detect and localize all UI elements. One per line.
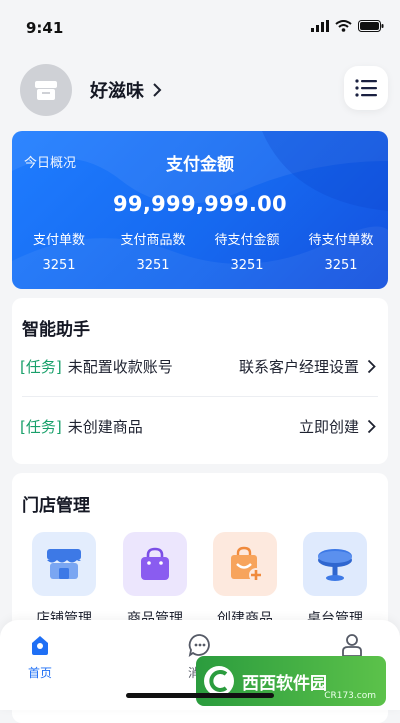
chevron-right-icon xyxy=(367,359,376,374)
task-row-create-product[interactable]: [任务] 未创建商品 立即创建 xyxy=(20,416,376,437)
stat-title: 支付单数 xyxy=(32,233,85,248)
status-bar: 9:41 xyxy=(0,0,400,52)
wifi-icon xyxy=(335,20,352,32)
tab-label: 首页 xyxy=(27,666,52,680)
stat-title: 支付商品数 xyxy=(120,233,186,248)
list-menu-icon xyxy=(355,79,377,97)
home-icon xyxy=(32,636,48,655)
task-text: 未创建商品 xyxy=(67,418,143,436)
create-now-link[interactable]: 立即创建 xyxy=(299,416,376,437)
assistant-card: 智能助手 [任务] 未配置收款账号 联系客户经理设置 [任务] 未创建商品 立即… xyxy=(12,298,388,464)
store-title: 门店管理 xyxy=(22,496,90,516)
menu-button[interactable] xyxy=(344,66,388,110)
chevron-right-icon xyxy=(367,419,376,434)
divider xyxy=(22,396,378,397)
stat-value: 3251 xyxy=(230,258,264,273)
task-action-label: 立即创建 xyxy=(298,418,359,436)
shop-profile[interactable]: 好滋味 xyxy=(20,62,162,118)
tab-home[interactable]: 首页 xyxy=(0,632,80,681)
task-action-label: 联系客户经理设置 xyxy=(238,358,359,376)
stat-paid-orders: 支付单数 3251 xyxy=(12,229,106,273)
bag-icon xyxy=(141,547,169,580)
stat-value: 3251 xyxy=(136,258,170,273)
watermark-sub: CR173.com xyxy=(324,691,376,701)
message-icon xyxy=(188,634,210,657)
add-product-icon xyxy=(231,546,263,582)
product-manage-button[interactable] xyxy=(123,532,187,596)
assistant-title: 智能助手 xyxy=(22,320,90,340)
payment-amount: 99,999,999.00 xyxy=(113,192,287,216)
task-tag: [任务] xyxy=(20,418,62,436)
user-icon xyxy=(342,634,362,657)
create-product-button[interactable] xyxy=(213,532,277,596)
avatar xyxy=(20,64,72,116)
task-row-payment-account[interactable]: [任务] 未配置收款账号 联系客户经理设置 xyxy=(20,356,376,377)
stat-title: 待支付金额 xyxy=(214,233,280,248)
stat-value: 3251 xyxy=(42,258,76,273)
stat-pending-amount: 待支付金额 3251 xyxy=(200,229,294,273)
overview-card: 今日概况 支付金额 99,999,999.00 支付单数 3251 支付商品数 … xyxy=(12,131,388,289)
shop-name[interactable]: 好滋味 xyxy=(90,77,144,103)
status-icons xyxy=(311,20,384,32)
store-manage-button[interactable] xyxy=(32,532,96,596)
task-tag: [任务] xyxy=(20,358,62,376)
chevron-right-icon[interactable] xyxy=(152,82,162,98)
signal-icon xyxy=(311,20,329,32)
home-indicator xyxy=(126,693,274,698)
store-avatar-icon xyxy=(35,81,57,100)
task-text: 未配置收款账号 xyxy=(67,358,173,376)
table-icon xyxy=(318,549,352,581)
overview-title: 支付金额 xyxy=(166,155,234,175)
contact-manager-link[interactable]: 联系客户经理设置 xyxy=(239,356,376,377)
stat-pending-orders: 待支付单数 3251 xyxy=(294,229,388,273)
battery-icon xyxy=(358,20,384,32)
status-time: 9:41 xyxy=(26,19,64,37)
stat-title: 待支付单数 xyxy=(308,233,374,248)
watermark-text: 西西软件园 xyxy=(242,673,327,694)
site-watermark: 西西软件园 CR173.com xyxy=(196,656,386,706)
store-icon xyxy=(47,549,81,579)
table-manage-button[interactable] xyxy=(303,532,367,596)
stat-paid-items: 支付商品数 3251 xyxy=(106,229,200,273)
stat-value: 3251 xyxy=(324,258,358,273)
